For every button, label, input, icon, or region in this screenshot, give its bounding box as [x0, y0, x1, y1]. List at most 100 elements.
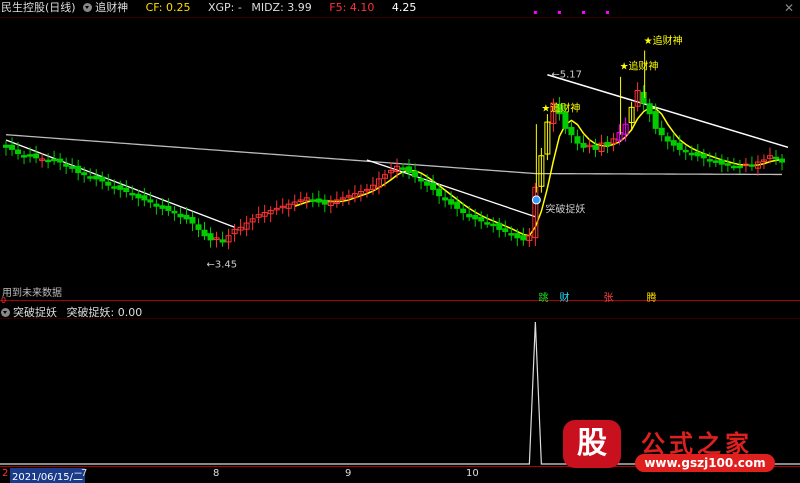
candle: [568, 122, 575, 143]
candle: [75, 159, 82, 181]
candle-body: [646, 103, 653, 115]
candle: [237, 219, 244, 236]
f5-label: F5:: [329, 1, 347, 14]
candle: [520, 227, 527, 246]
candle-body: [490, 223, 497, 227]
candle-body: [418, 178, 425, 182]
candle: [736, 159, 743, 175]
candle: [99, 171, 106, 190]
candle-body: [135, 193, 142, 199]
blue-dot-marker: [531, 195, 541, 205]
logo-url: www.gszj100.com: [635, 454, 775, 472]
candle-body: [442, 197, 449, 201]
candle: [760, 154, 767, 170]
candle: [634, 82, 641, 112]
candle: [430, 174, 437, 195]
candle-body: [694, 151, 701, 157]
candle-body: [712, 160, 719, 163]
sub-panel-header: 突破捉妖 突破捉妖: 0.00: [1, 306, 142, 320]
candle-body: [141, 195, 148, 201]
candle: [333, 191, 340, 208]
candle: [418, 173, 425, 190]
candle-body: [652, 111, 659, 129]
candle-body: [195, 224, 202, 230]
candle-body: [153, 203, 160, 207]
signal-dot: [606, 11, 610, 14]
candle: [688, 145, 695, 161]
candle: [189, 211, 196, 232]
dropdown-icon[interactable]: [1, 308, 10, 317]
candle-body: [772, 156, 779, 160]
candle: [640, 85, 647, 111]
short-moving-average-line: [294, 106, 783, 237]
candle: [375, 171, 382, 195]
signal-teng: 腾: [646, 293, 657, 304]
candle-body: [183, 214, 190, 220]
candle-body: [105, 181, 112, 186]
zero-marker: 0: [1, 296, 7, 305]
candle: [574, 129, 581, 151]
candle: [616, 124, 623, 145]
signal-cai: 财: [559, 293, 570, 304]
candle-body: [682, 149, 689, 153]
close-icon[interactable]: ✕: [784, 1, 794, 15]
candle: [592, 138, 599, 158]
dropdown-icon[interactable]: [83, 3, 93, 12]
candle: [694, 144, 701, 162]
candle-body: [496, 222, 503, 230]
zhuicaishen-label-1: ★追财神: [541, 102, 580, 115]
candle: [339, 191, 346, 207]
candle-body: [309, 199, 316, 202]
candle: [664, 132, 671, 150]
candle: [580, 135, 587, 153]
candle: [502, 220, 509, 237]
candle: [9, 137, 16, 156]
candle: [261, 204, 268, 223]
candle: [604, 136, 611, 154]
candle: [267, 206, 274, 223]
candle-body: [207, 233, 214, 241]
candle: [646, 98, 653, 122]
candle: [123, 180, 130, 198]
logo-badge: 股: [563, 420, 621, 468]
candle: [105, 173, 112, 191]
month-tick: 10: [466, 468, 479, 479]
candle: [466, 205, 473, 222]
candle-body: [472, 214, 479, 220]
candle-body: [604, 141, 611, 146]
high-price-label: ←5.17: [551, 70, 582, 81]
candle: [351, 185, 358, 203]
candle: [357, 184, 364, 202]
moving-average-layer: [5, 74, 789, 237]
candle-body: [15, 149, 22, 155]
sub-panel-value-label: 突破捉妖:: [66, 306, 115, 319]
candle-body: [520, 235, 527, 241]
candle: [285, 199, 292, 217]
candle: [93, 169, 100, 187]
sub-panel-value: 0.00: [117, 306, 143, 319]
candle-body: [63, 163, 70, 167]
signal-dot: [533, 11, 537, 14]
candle-body: [460, 208, 467, 214]
candle-body: [177, 213, 184, 218]
candle-body: [147, 199, 154, 203]
candle-body: [117, 185, 124, 190]
candle-body: [129, 192, 136, 196]
candle: [682, 145, 689, 160]
indicator-name[interactable]: 追财神: [95, 1, 128, 14]
stock-name[interactable]: 民生控股(日线): [1, 1, 76, 14]
candle: [39, 153, 46, 168]
candle-body: [508, 233, 515, 236]
sub-panel-title[interactable]: 突破捉妖: [13, 306, 57, 319]
candle: [424, 174, 431, 193]
candle-body: [57, 158, 64, 163]
candle-body: [201, 229, 208, 237]
candle: [484, 214, 491, 228]
candle: [700, 149, 707, 167]
candle: [779, 154, 785, 171]
zhuicaishen-label-3: ★追财神: [644, 34, 683, 47]
candle: [712, 152, 719, 168]
candle: [309, 192, 316, 208]
candle: [406, 159, 413, 179]
candle-body: [484, 222, 491, 225]
